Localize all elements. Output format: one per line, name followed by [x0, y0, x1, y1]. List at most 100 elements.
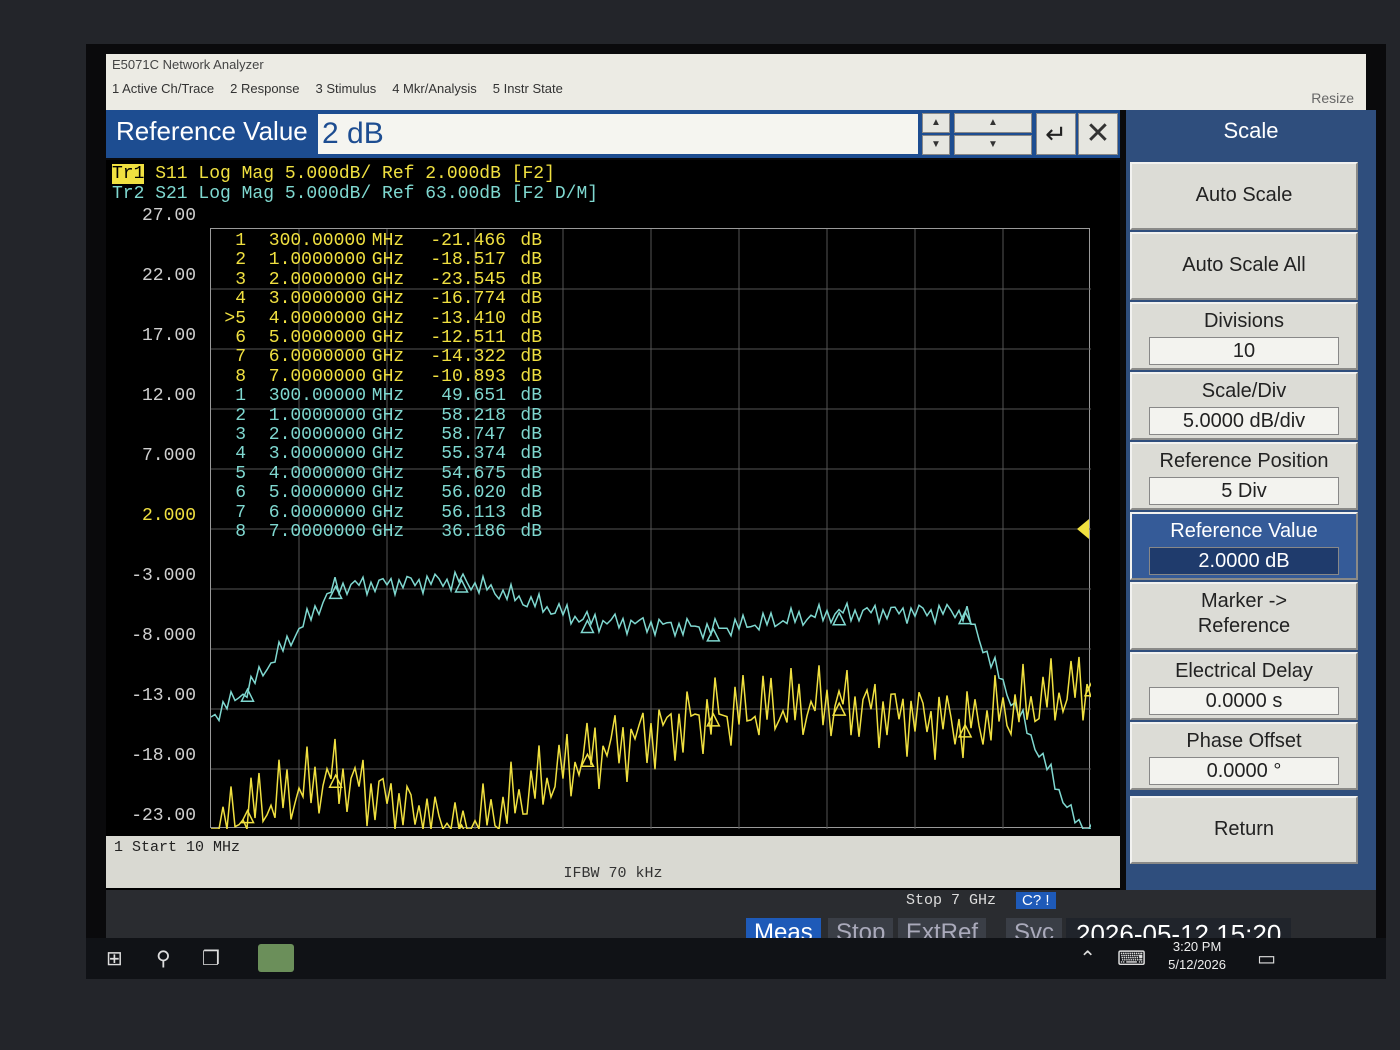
spin-down-small-button[interactable]: ▼	[922, 135, 950, 155]
menu-stimulus[interactable]: 3 Stimulus	[316, 81, 377, 96]
marker-db: dB	[520, 463, 542, 484]
keyboard-icon[interactable]: ⌨	[1117, 946, 1146, 971]
spin-up-button[interactable]: ▲	[954, 113, 1032, 133]
search-icon[interactable]: ⚲	[156, 946, 171, 971]
marker-row: 1 300.00000 MHz 49.651 dB	[222, 386, 542, 407]
reference-position-button[interactable]: Reference Position 5 Div	[1130, 442, 1358, 510]
y-tick-label: -3.000	[131, 566, 196, 586]
taskbar-time: 3:20 PM	[1172, 939, 1222, 954]
scale-div-button[interactable]: Scale/Div 5.0000 dB/div	[1130, 372, 1358, 440]
marker-row: 2 1.0000000 GHz -18.517 dB	[222, 250, 542, 271]
marker-freq: 7.0000000	[268, 366, 366, 387]
notification-icon[interactable]: ▭	[1257, 946, 1276, 971]
task-view-icon[interactable]: ❐	[202, 946, 220, 971]
marker-row: >5 4.0000000 GHz -13.410 dB	[222, 308, 542, 329]
y-axis: 27.00 22.00 17.00 12.00 7.000 2.000 -3.000 -8.0…	[106, 206, 202, 826]
y-tick-label: 7.000	[141, 446, 196, 466]
y-tick-label: -8.000	[131, 626, 196, 646]
electrical-delay-value: 0.0000 s	[1149, 687, 1339, 715]
analyzer-app-icon[interactable]	[258, 944, 294, 972]
taskbar-clock[interactable]: 3:20 PM 5/12/2026	[1168, 938, 1226, 974]
reference-position-value: 5 Div	[1149, 477, 1339, 505]
spin-down-button[interactable]: ▼	[954, 135, 1032, 155]
menu-active-ch-trace[interactable]: 1 Active Ch/Trace	[112, 81, 214, 96]
marker-value: -14.322	[430, 347, 506, 368]
electrical-delay-button[interactable]: Electrical Delay 0.0000 s	[1130, 652, 1358, 720]
menu-mkr-analysis[interactable]: 4 Mkr/Analysis	[392, 81, 477, 96]
marker-row: 3 2.0000000 GHz -23.545 dB	[222, 269, 542, 290]
reference-value-value: 2.0000 dB	[1149, 547, 1339, 575]
marker-id: 4	[235, 444, 246, 465]
marker-id: 8	[235, 366, 246, 387]
marker-db: dB	[520, 250, 542, 271]
marker-value: 55.374	[441, 444, 506, 465]
marker-db: dB	[520, 308, 542, 329]
marker-unit: GHz	[371, 250, 405, 271]
divisions-button[interactable]: Divisions 10	[1130, 302, 1358, 370]
resize-button[interactable]: Resize	[1311, 90, 1354, 106]
marker-freq: 5.0000000	[268, 328, 366, 349]
marker-freq: 1.0000000	[268, 405, 366, 426]
start-frequency[interactable]: 1 Start 10 MHz	[114, 839, 240, 856]
chevron-up-icon[interactable]: ⌃	[1079, 946, 1096, 971]
entry-value-input[interactable]	[318, 114, 918, 154]
marker-table: 1 300.00000 MHz -21.466 dB 2 1.0000000 GHz -18.5…	[222, 231, 542, 543]
warning-icon: !	[1045, 892, 1050, 909]
marker-db: dB	[520, 425, 542, 446]
marker-id: >5	[224, 308, 246, 329]
marker-value: -13.410	[430, 308, 506, 329]
return-button[interactable]: Return	[1130, 796, 1358, 864]
y-tick-label: 22.00	[141, 266, 196, 286]
marker-db: dB	[520, 269, 542, 290]
trace1-header[interactable]: Tr1 S11 Log Mag 5.000dB/ Ref 2.000dB [F2…	[112, 164, 555, 184]
trace-display: Tr1 S11 Log Mag 5.000dB/ Ref 2.000dB [F2…	[106, 160, 1120, 890]
marker-value: 36.186	[441, 522, 506, 543]
menu-instr-state[interactable]: 5 Instr State	[493, 81, 563, 96]
windows-start-icon[interactable]: ⊞	[106, 946, 123, 971]
stop-frequency[interactable]: Stop 7 GHz	[906, 892, 996, 909]
auto-scale-label: Auto Scale	[1195, 184, 1293, 206]
marker-row: 3 2.0000000 GHz 58.747 dB	[222, 425, 542, 446]
reference-position-label: Reference Position	[1159, 450, 1329, 472]
close-entry-button[interactable]: ✕	[1078, 113, 1118, 155]
marker-db: dB	[520, 366, 542, 387]
ifbw-label[interactable]: IFBW 70 kHz	[106, 860, 1120, 888]
marker-reference-button[interactable]: Marker -> Reference	[1130, 582, 1358, 650]
softkey-panel: Scale Auto Scale Auto Scale All Division…	[1126, 110, 1376, 890]
marker-freq: 6.0000000	[268, 502, 366, 523]
marker-row: 7 6.0000000 GHz 56.113 dB	[222, 502, 542, 523]
phase-offset-button[interactable]: Phase Offset 0.0000 °	[1130, 722, 1358, 790]
marker-row: 4 3.0000000 GHz 55.374 dB	[222, 444, 542, 465]
electrical-delay-label: Electrical Delay	[1175, 660, 1313, 682]
marker-value: 49.651	[441, 386, 506, 407]
marker-row: 2 1.0000000 GHz 58.218 dB	[222, 405, 542, 426]
spin-up-small-button[interactable]: ▲	[922, 113, 950, 133]
marker-db: dB	[520, 231, 542, 251]
trace2-header[interactable]: Tr2 S21 Log Mag 5.000dB/ Ref 63.00dB [F2…	[112, 184, 598, 204]
trace1-settings: S11 Log Mag 5.000dB/ Ref 2.000dB [F2]	[144, 164, 555, 184]
marker-value: -16.774	[430, 289, 506, 310]
marker-value: 58.747	[441, 425, 506, 446]
y-tick-label: 2.000	[141, 506, 196, 526]
marker-id: 7	[235, 347, 246, 368]
marker-value: 56.020	[441, 483, 506, 504]
marker-db: dB	[520, 328, 542, 349]
auto-scale-button[interactable]: Auto Scale	[1130, 162, 1358, 230]
phase-offset-label: Phase Offset	[1186, 730, 1302, 752]
marker-unit: GHz	[371, 308, 405, 329]
enter-button[interactable]: ↵	[1036, 113, 1076, 155]
marker-unit: GHz	[371, 328, 405, 349]
marker-id: 5	[235, 463, 246, 484]
y-tick-label: -13.00	[131, 686, 196, 706]
marker-id: 3	[235, 425, 246, 446]
marker-row: 6 5.0000000 GHz 56.020 dB	[222, 483, 542, 504]
reference-value-button[interactable]: Reference Value 2.0000 dB	[1130, 512, 1358, 580]
marker-unit: GHz	[371, 502, 405, 523]
marker-id: 7	[235, 502, 246, 523]
marker-unit: GHz	[371, 425, 405, 446]
auto-scale-all-button[interactable]: Auto Scale All	[1130, 232, 1358, 300]
menu-response[interactable]: 2 Response	[230, 81, 299, 96]
marker-id: 6	[235, 328, 246, 349]
correction-status: C? !	[1016, 892, 1056, 909]
marker-id: 4	[235, 289, 246, 310]
